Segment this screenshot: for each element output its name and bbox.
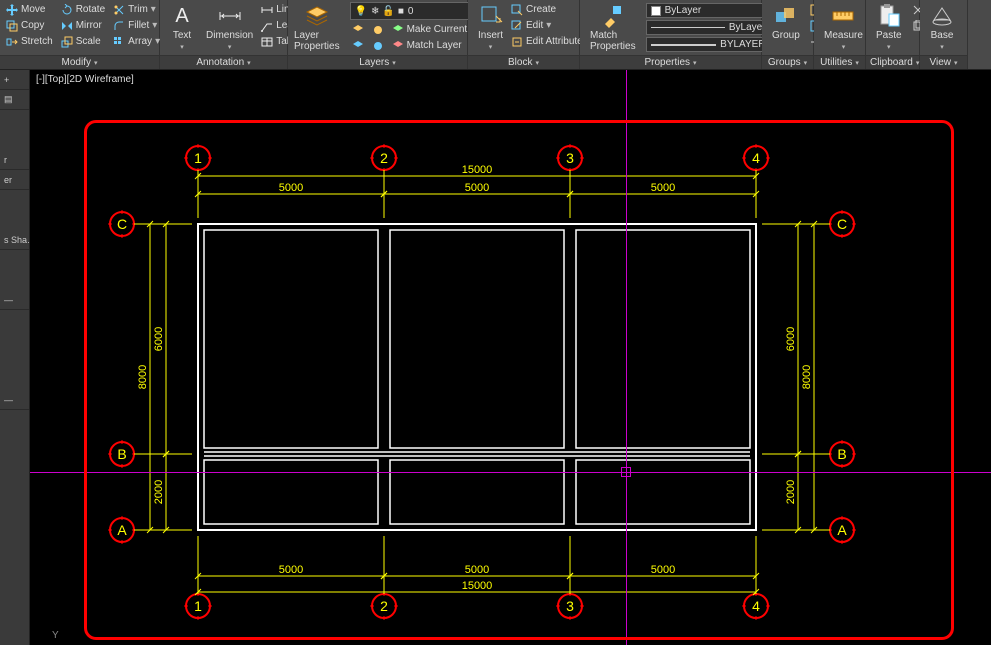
svg-text:4: 4: [752, 150, 760, 166]
left-pal-4[interactable]: s Sha…: [0, 230, 29, 250]
stretch-button[interactable]: Stretch: [4, 34, 55, 49]
svg-text:8000: 8000: [801, 365, 813, 389]
panel-properties: Match Properties ByLayer▾ ByLayer▾ BYLAY…: [580, 0, 762, 69]
svg-text:2: 2: [380, 150, 388, 166]
svg-text:A: A: [837, 522, 847, 538]
svg-text:15000: 15000: [462, 580, 493, 592]
svg-text:3: 3: [566, 598, 574, 614]
lineweight-dropdown[interactable]: BYLAYER▾: [646, 37, 776, 52]
svg-text:C: C: [837, 216, 847, 232]
left-pal-1[interactable]: ▤: [0, 90, 29, 110]
svg-text:2: 2: [380, 598, 388, 614]
scale-button[interactable]: Scale: [59, 34, 107, 49]
panel-title-modify[interactable]: Modify▾: [0, 55, 159, 69]
layer-tool-3[interactable]: [370, 22, 386, 37]
panel-utilities: Measure▾ Utilities▾: [814, 0, 866, 69]
panel-annotation: A Text▾ Dimension▾ Linear▾ Leader▾ Table…: [160, 0, 288, 69]
panel-title-utilities[interactable]: Utilities▾: [814, 55, 865, 69]
linetype-dropdown[interactable]: ByLayer▾: [646, 20, 776, 35]
panel-modify: Move Copy Stretch Rotate Mirror Scale Tr…: [0, 0, 160, 69]
pickbox: [621, 467, 631, 477]
svg-text:C: C: [117, 216, 127, 232]
svg-text:5000: 5000: [465, 564, 489, 576]
svg-text:2000: 2000: [153, 480, 165, 504]
svg-text:A: A: [175, 5, 189, 27]
svg-text:1: 1: [194, 598, 202, 614]
left-pal-3[interactable]: er: [0, 170, 29, 190]
svg-text:5000: 5000: [279, 182, 303, 194]
svg-text:5000: 5000: [651, 564, 675, 576]
panel-title-groups[interactable]: Groups▾: [762, 55, 813, 69]
match-properties-button[interactable]: Match Properties: [584, 2, 642, 54]
fillet-button[interactable]: Fillet▾: [111, 18, 162, 33]
svg-text:6000: 6000: [785, 327, 797, 351]
svg-text:4: 4: [752, 598, 760, 614]
drawing-area[interactable]: [-][Top][2D Wireframe] 11223344CCBBAA150…: [30, 70, 991, 645]
group-button[interactable]: Group: [766, 2, 806, 43]
left-pal-6[interactable]: —: [0, 390, 29, 410]
crosshair-vertical: [626, 70, 627, 645]
mirror-button[interactable]: Mirror: [59, 18, 107, 33]
copy-button[interactable]: Copy: [4, 18, 55, 33]
svg-text:A: A: [117, 522, 127, 538]
move-button[interactable]: Move: [4, 2, 55, 17]
ribbon: Move Copy Stretch Rotate Mirror Scale Tr…: [0, 0, 991, 70]
panel-clipboard: Paste▾ Clipboard▾: [866, 0, 920, 69]
panel-title-block[interactable]: Block▾: [468, 55, 579, 69]
make-current-button[interactable]: Make Current: [390, 22, 470, 37]
array-button[interactable]: Array▾: [111, 34, 162, 49]
left-palette-bar: + ▤ r er s Sha… — —: [0, 70, 30, 645]
measure-button[interactable]: Measure▾: [818, 2, 869, 53]
panel-title-properties[interactable]: Properties▾: [580, 55, 761, 69]
insert-button[interactable]: Insert▾: [472, 2, 509, 53]
panel-title-annotation[interactable]: Annotation▾: [160, 55, 287, 69]
panel-groups: Group Groups▾: [762, 0, 814, 69]
text-button[interactable]: A Text▾: [164, 2, 200, 53]
layer-tool-2[interactable]: [350, 38, 366, 53]
left-pal-5[interactable]: —: [0, 290, 29, 310]
svg-text:5000: 5000: [651, 182, 675, 194]
svg-text:B: B: [117, 446, 126, 462]
panel-title-view[interactable]: View▾: [920, 55, 967, 69]
match-layer-button[interactable]: Match Layer: [390, 38, 470, 53]
panel-block: Insert▾ Create Edit▾ Edit Attributes▾ Bl…: [468, 0, 580, 69]
color-dropdown[interactable]: ByLayer▾: [646, 3, 776, 18]
svg-text:8000: 8000: [137, 365, 149, 389]
paste-button[interactable]: Paste▾: [870, 2, 908, 53]
panel-layers: Layer Properties 💡❄🔓■ 0▾: [288, 0, 468, 69]
svg-text:5000: 5000: [465, 182, 489, 194]
svg-text:3: 3: [566, 150, 574, 166]
trim-button[interactable]: Trim▾: [111, 2, 162, 17]
crosshair-horizontal: [30, 472, 991, 473]
svg-text:5000: 5000: [279, 564, 303, 576]
left-pal-0[interactable]: +: [0, 70, 29, 90]
svg-text:2000: 2000: [785, 480, 797, 504]
svg-text:15000: 15000: [462, 164, 493, 176]
svg-text:6000: 6000: [153, 327, 165, 351]
base-view-button[interactable]: Base▾: [924, 2, 960, 53]
panel-view: Base▾ View▾: [920, 0, 968, 69]
layer-properties-button[interactable]: Layer Properties: [288, 0, 346, 54]
svg-text:1: 1: [194, 150, 202, 166]
panel-title-clipboard[interactable]: Clipboard▾: [866, 55, 919, 69]
layer-tool-4[interactable]: [370, 38, 386, 53]
rotate-button[interactable]: Rotate: [59, 2, 107, 17]
floor-plan: 1 1 2 2 3 3 4 4 C C B B A A 15000 5000 5000 5000 5000 5000 5…: [30, 70, 991, 645]
dimension-button[interactable]: Dimension▾: [200, 2, 259, 53]
layer-tool-1[interactable]: [350, 22, 366, 37]
ucs-y-label: Y: [52, 630, 59, 641]
left-pal-2[interactable]: r: [0, 150, 29, 170]
panel-title-layers[interactable]: Layers▾: [288, 55, 467, 69]
svg-text:B: B: [837, 446, 846, 462]
